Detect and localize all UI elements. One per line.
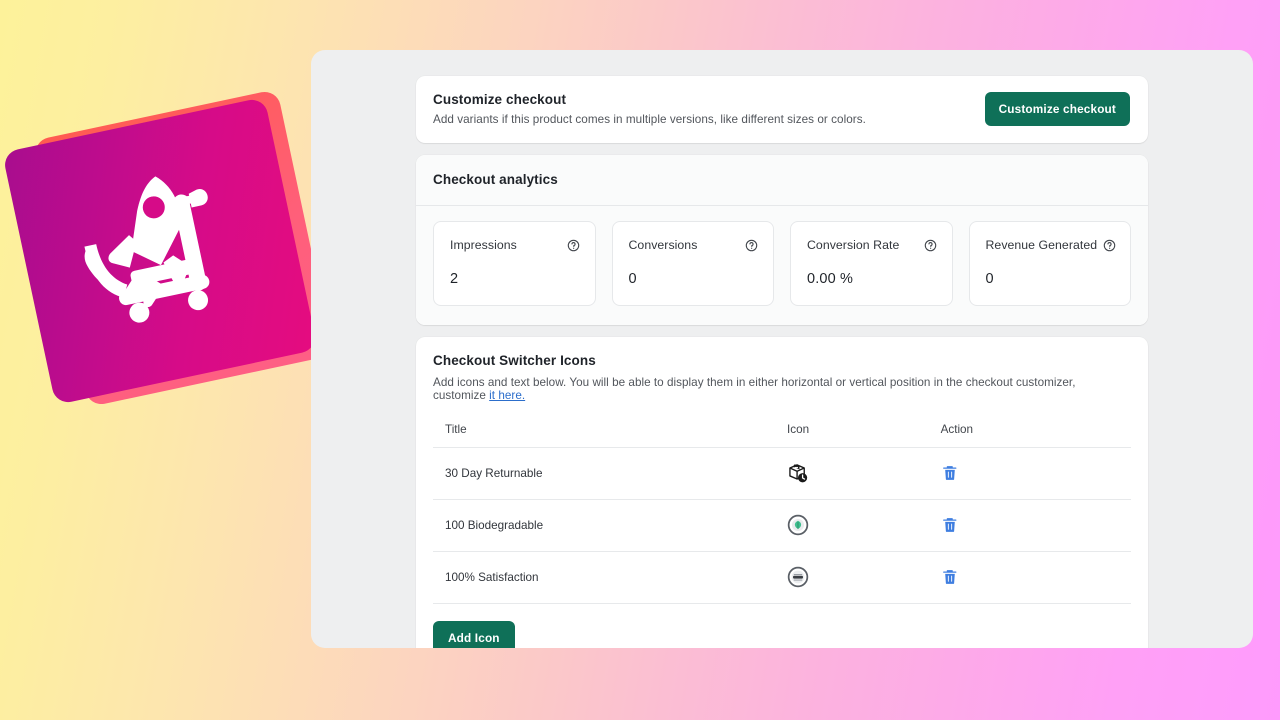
satisfaction-guarantee-badge-icon: [787, 566, 809, 588]
row-action-cell: [929, 448, 1131, 500]
stat-value-revenue-generated: 0: [986, 271, 1116, 287]
stat-tile-conversions: Conversions 0: [612, 221, 775, 306]
switcher-icons-table-head: Title Icon Action: [433, 417, 1131, 448]
row-action-cell: [929, 500, 1131, 552]
question-circle-icon[interactable]: [745, 239, 758, 252]
app-logo-artwork: [18, 100, 338, 400]
question-circle-icon[interactable]: [924, 239, 937, 252]
row-title-100-biodegradable: 100 Biodegradable: [433, 500, 775, 552]
stat-tile-conversion-rate: Conversion Rate 0.00 %: [790, 221, 953, 306]
stat-header-impressions: Impressions: [450, 238, 580, 252]
stat-label-revenue-generated: Revenue Generated: [986, 238, 1098, 252]
customize-checkout-text: Customize checkout Add variants if this …: [433, 92, 866, 126]
checkout-analytics-card: Checkout analytics Impressions 2: [416, 155, 1148, 325]
stat-value-impressions: 2: [450, 271, 580, 287]
row-icon-cell: [775, 500, 929, 552]
column-header-title: Title: [433, 417, 775, 448]
row-title-30-day-returnable: 30 Day Returnable: [433, 448, 775, 500]
checkout-switcher-icons-description: Add icons and text below. You will be ab…: [433, 376, 1131, 402]
row-icon-cell: [775, 448, 929, 500]
trash-icon: [941, 516, 959, 534]
customize-checkout-title: Customize checkout: [433, 92, 866, 107]
switcher-icons-table-body: 30 Day Returnable: [433, 448, 1131, 604]
rocket-cart-icon: [60, 155, 260, 347]
customize-checkout-button[interactable]: Customize checkout: [985, 92, 1130, 126]
stat-value-conversion-rate: 0.00 %: [807, 271, 937, 287]
stat-header-conversion-rate: Conversion Rate: [807, 238, 937, 252]
stat-value-conversions: 0: [629, 271, 759, 287]
delete-row-button[interactable]: [941, 464, 959, 482]
column-header-icon: Icon: [775, 417, 929, 448]
checkout-analytics-stats: Impressions 2 Conversions: [416, 206, 1148, 325]
customize-checkout-card: Customize checkout Add variants if this …: [416, 76, 1148, 143]
customize-it-here-link[interactable]: it here.: [489, 389, 525, 402]
trash-icon: [941, 568, 959, 586]
content-column: Customize checkout Add variants if this …: [416, 76, 1148, 648]
stat-label-conversions: Conversions: [629, 238, 698, 252]
checkout-analytics-title: Checkout analytics: [433, 172, 1130, 187]
column-header-action: Action: [929, 417, 1131, 448]
delete-row-button[interactable]: [941, 568, 959, 586]
add-icon-button[interactable]: Add Icon: [433, 621, 515, 648]
stat-header-conversions: Conversions: [629, 238, 759, 252]
table-row: 100 Biodegradable: [433, 500, 1131, 552]
checkout-analytics-header: Checkout analytics: [416, 155, 1148, 206]
switcher-icons-table: Title Icon Action 30 Day Returnable: [433, 417, 1131, 604]
stat-header-revenue-generated: Revenue Generated: [986, 238, 1116, 252]
question-circle-icon[interactable]: [567, 239, 580, 252]
row-action-cell: [929, 552, 1131, 604]
app-window: Customize checkout Add variants if this …: [311, 50, 1253, 648]
stat-tile-impressions: Impressions 2: [433, 221, 596, 306]
stat-tile-revenue-generated: Revenue Generated 0: [969, 221, 1132, 306]
table-row: 100% Satisfaction: [433, 552, 1131, 604]
delete-row-button[interactable]: [941, 516, 959, 534]
checkout-switcher-icons-card: Checkout Switcher Icons Add icons and te…: [416, 337, 1148, 648]
customize-checkout-subtitle: Add variants if this product comes in mu…: [433, 113, 866, 126]
table-row: 30 Day Returnable: [433, 448, 1131, 500]
package-return-clock-icon: [787, 462, 809, 484]
question-circle-icon[interactable]: [1103, 239, 1116, 252]
stat-label-conversion-rate: Conversion Rate: [807, 238, 899, 252]
switcher-description-text: Add icons and text below. You will be ab…: [433, 376, 1075, 402]
biodegradable-badge-icon: [787, 514, 809, 536]
table-header-row: Title Icon Action: [433, 417, 1131, 448]
row-title-100-satisfaction: 100% Satisfaction: [433, 552, 775, 604]
trash-icon: [941, 464, 959, 482]
add-icon-button-wrap: Add Icon: [433, 621, 1131, 648]
stat-label-impressions: Impressions: [450, 238, 517, 252]
logo-card-front: [2, 97, 318, 405]
row-icon-cell: [775, 552, 929, 604]
checkout-switcher-icons-title: Checkout Switcher Icons: [433, 353, 1131, 368]
